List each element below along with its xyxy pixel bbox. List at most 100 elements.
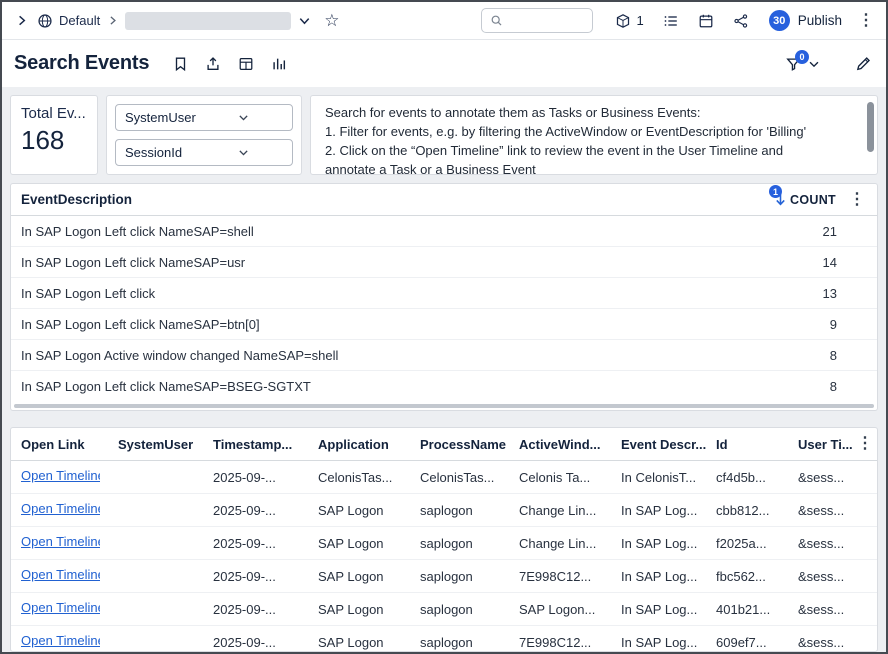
systemuser-dropdown-value: SystemUser: [125, 110, 204, 125]
app-window: Default ☆ 1: [0, 0, 888, 654]
activewindow-cell: 7E998C12...: [519, 569, 621, 584]
page-toolbar: Search Events 0: [2, 40, 886, 87]
table-row[interactable]: Open Timeline 2025-09-... CelonisTas... …: [11, 461, 877, 494]
top-bar: Default ☆ 1: [2, 2, 886, 40]
activewindow-cell: Celonis Ta...: [519, 470, 621, 485]
publish-count-badge: 30: [769, 10, 790, 31]
globe-icon[interactable]: [37, 13, 53, 29]
content-area: Total Ev... 168 SystemUser SessionId: [2, 87, 886, 652]
event-row[interactable]: In SAP Logon Left click 13: [11, 278, 877, 309]
horizontal-scrollbar-thumb[interactable]: [14, 404, 874, 408]
topbar-kebab-icon[interactable]: ⋮: [858, 13, 874, 29]
event-row[interactable]: In SAP Logon Left click NameSAP=btn[0] 9: [11, 309, 877, 340]
open-timeline-link[interactable]: Open Timeline: [21, 534, 100, 549]
breadcrumb-space-label[interactable]: Default: [59, 13, 100, 28]
share-network-icon[interactable]: [733, 13, 749, 29]
column-header-usertimeline[interactable]: User Ti...: [798, 437, 853, 452]
event-row[interactable]: In SAP Logon Left click NameSAP=usr 14: [11, 247, 877, 278]
table-row[interactable]: Open Timeline 2025-09-... SAP Logon sapl…: [11, 626, 877, 652]
event-row[interactable]: In SAP Logon Left click NameSAP=BSEG-SGT…: [11, 371, 877, 402]
column-header-id[interactable]: Id: [716, 437, 798, 452]
publish-button[interactable]: 30 Publish: [769, 10, 842, 31]
usertimeline-cell: &sess...: [798, 470, 853, 485]
eventdescription-column-header[interactable]: EventDescription: [21, 192, 132, 207]
column-header-eventdescription[interactable]: Event Descr...: [621, 437, 716, 452]
column-header-activewindow[interactable]: ActiveWind...: [519, 437, 621, 452]
open-timeline-link[interactable]: Open Timeline: [21, 501, 100, 516]
systemuser-dropdown[interactable]: SystemUser: [115, 104, 293, 131]
event-table-kebab-icon[interactable]: ⋮: [849, 192, 865, 208]
filter-chevron-down-icon[interactable]: [807, 57, 821, 71]
task-list-icon[interactable]: [663, 13, 679, 29]
sort-indicator[interactable]: 1: [774, 192, 787, 207]
column-header-timestamp[interactable]: Timestamp...: [213, 437, 318, 452]
application-cell: CelonisTas...: [318, 470, 420, 485]
event-count-cell: 21: [777, 224, 837, 239]
table-row[interactable]: Open Timeline 2025-09-... SAP Logon sapl…: [11, 527, 877, 560]
open-timeline-link[interactable]: Open Timeline: [21, 468, 100, 483]
filter-count-badge: 0: [795, 50, 809, 64]
sessionid-dropdown-value: SessionId: [125, 145, 204, 160]
page-title: Search Events: [14, 52, 149, 75]
eventdescription-cell: In SAP Log...: [621, 503, 716, 518]
timestamp-cell: 2025-09-...: [213, 470, 318, 485]
bookmark-icon[interactable]: [173, 56, 188, 72]
timestamp-cell: 2025-09-...: [213, 635, 318, 650]
table-row[interactable]: Open Timeline 2025-09-... SAP Logon sapl…: [11, 494, 877, 527]
detail-table-kebab-icon[interactable]: ⋮: [857, 436, 873, 452]
instructions-line: Search for events to annotate them as Ta…: [325, 103, 859, 122]
table-row[interactable]: Open Timeline 2025-09-... SAP Logon sapl…: [11, 560, 877, 593]
publish-label: Publish: [798, 13, 842, 28]
eventdescription-cell: In SAP Log...: [621, 635, 716, 650]
count-header-group: 1 COUNT ⋮: [774, 192, 865, 208]
application-cell: SAP Logon: [318, 602, 420, 617]
count-column-header[interactable]: COUNT: [790, 193, 836, 207]
event-count-cell: 9: [777, 317, 837, 332]
processname-cell: saplogon: [420, 569, 519, 584]
global-search[interactable]: [481, 8, 593, 33]
event-row[interactable]: In SAP Logon Active window changed NameS…: [11, 340, 877, 371]
sessionid-dropdown[interactable]: SessionId: [115, 139, 293, 166]
filter-funnel-icon[interactable]: 0: [785, 56, 802, 72]
event-description-cell: In SAP Logon Active window changed NameS…: [21, 348, 777, 363]
application-cell: SAP Logon: [318, 536, 420, 551]
id-cell: f2025a...: [716, 536, 798, 551]
event-detail-table: Open Link SystemUser Timestamp... Applic…: [10, 427, 878, 652]
column-header-processname[interactable]: ProcessName: [420, 437, 519, 452]
column-header-systemuser[interactable]: SystemUser: [118, 437, 213, 452]
table-export-icon[interactable]: [238, 56, 254, 72]
table-row[interactable]: Open Timeline 2025-09-... SAP Logon sapl…: [11, 593, 877, 626]
signal-icon[interactable]: [271, 56, 287, 72]
event-description-cell: In SAP Logon Left click NameSAP=btn[0]: [21, 317, 777, 332]
data-pool-button[interactable]: 1: [615, 13, 643, 29]
column-header-application[interactable]: Application: [318, 437, 420, 452]
favorite-star-icon[interactable]: ☆: [324, 12, 339, 29]
application-cell: SAP Logon: [318, 635, 420, 650]
edit-pencil-icon[interactable]: [855, 55, 872, 72]
timestamp-cell: 2025-09-...: [213, 503, 318, 518]
calendar-icon[interactable]: [698, 13, 714, 29]
column-header-open-link[interactable]: Open Link: [21, 437, 118, 452]
eventdescription-cell: In SAP Log...: [621, 602, 716, 617]
open-timeline-link[interactable]: Open Timeline: [21, 600, 100, 615]
data-pool-count: 1: [636, 13, 643, 28]
timestamp-cell: 2025-09-...: [213, 569, 318, 584]
instructions-line: annotate a Task or a Business Event: [325, 160, 859, 175]
processname-cell: saplogon: [420, 503, 519, 518]
id-cell: fbc562...: [716, 569, 798, 584]
redacted-breadcrumb-title[interactable]: [125, 12, 291, 30]
event-description-cell: In SAP Logon Left click NameSAP=usr: [21, 255, 777, 270]
filter-controls: 0: [785, 56, 821, 72]
processname-cell: CelonisTas...: [420, 470, 519, 485]
chevron-down-icon[interactable]: [297, 13, 312, 28]
open-timeline-link[interactable]: Open Timeline: [21, 567, 100, 582]
detail-table-header: Open Link SystemUser Timestamp... Applic…: [11, 428, 877, 461]
processname-cell: saplogon: [420, 635, 519, 650]
id-cell: 401b21...: [716, 602, 798, 617]
vertical-scrollbar-thumb[interactable]: [867, 102, 874, 152]
share-icon[interactable]: [205, 56, 221, 72]
event-row[interactable]: In SAP Logon Left click NameSAP=shell 21: [11, 216, 877, 247]
search-input[interactable]: [509, 14, 579, 28]
open-timeline-link[interactable]: Open Timeline: [21, 633, 100, 648]
expand-chevron-icon[interactable]: [14, 13, 29, 28]
